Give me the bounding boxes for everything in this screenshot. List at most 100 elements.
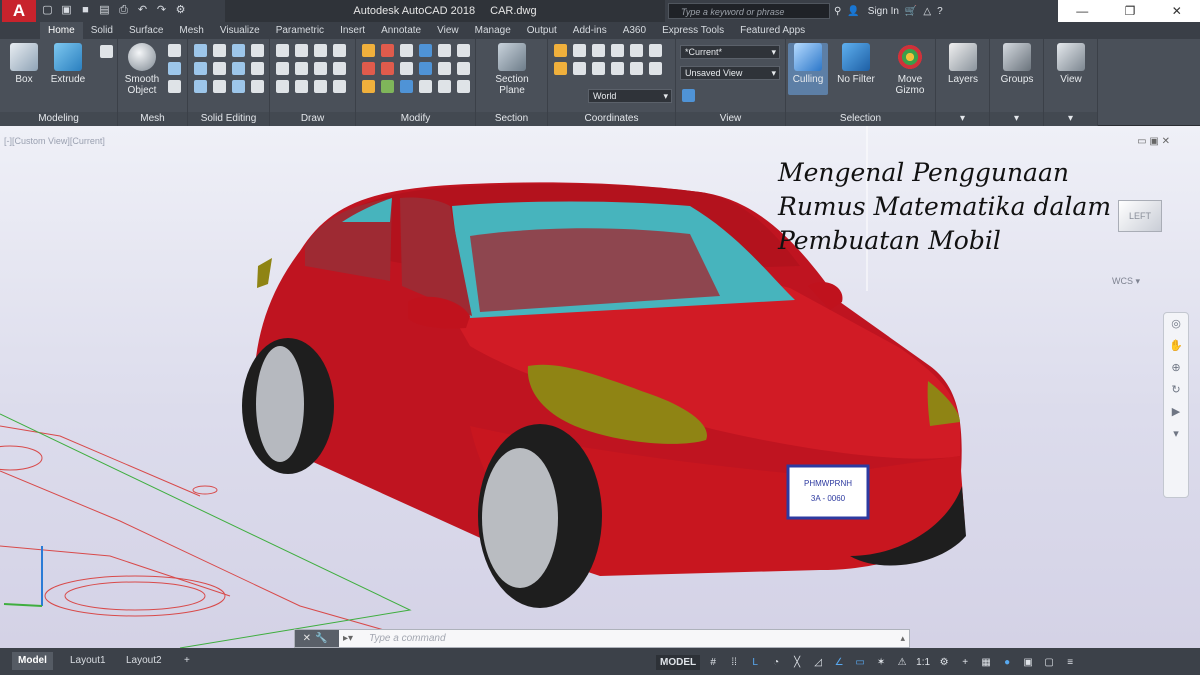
layers-button[interactable]: Layers [939, 43, 987, 85]
polygon-icon[interactable] [276, 80, 289, 93]
hardware-acceleration-icon[interactable]: ▣ [1020, 657, 1036, 668]
tab-add-ins[interactable]: Add-ins [565, 22, 615, 39]
interfere-icon[interactable] [232, 62, 245, 75]
3d-rotate-icon[interactable] [381, 80, 394, 93]
move-icon[interactable] [362, 44, 375, 57]
mesh-smooth-icon[interactable] [168, 62, 181, 75]
rectangle-icon[interactable] [295, 80, 308, 93]
line-icon[interactable] [276, 44, 289, 57]
tab-home[interactable]: Home [40, 22, 83, 39]
tab-solid[interactable]: Solid [83, 22, 121, 39]
layout-tab-model[interactable]: Model [12, 652, 53, 670]
close-icon[interactable]: ✕ [1172, 4, 1182, 18]
tab-output[interactable]: Output [519, 22, 565, 39]
fillet-icon[interactable] [457, 44, 470, 57]
chamfer-edge-icon[interactable] [213, 80, 226, 93]
ucs-view-icon[interactable] [592, 62, 605, 75]
polar-icon[interactable]: ◔ [768, 657, 784, 668]
explode-icon[interactable] [457, 62, 470, 75]
tab-annotate[interactable]: Annotate [373, 22, 429, 39]
3d-move-icon[interactable] [362, 80, 375, 93]
plot-icon[interactable]: ⎙ [116, 3, 131, 18]
isolate-objects-icon[interactable]: ● [999, 657, 1015, 668]
save-icon[interactable]: ■ [78, 3, 93, 18]
smooth-object-button[interactable]: Smooth Object [118, 43, 166, 96]
layout-tab-layout2[interactable]: Layout2 [120, 652, 168, 670]
ucs-z-icon[interactable] [630, 44, 643, 57]
coordinates-panel-footer[interactable]: Coordinates [548, 112, 675, 126]
save-as-icon[interactable]: ▤ [97, 3, 112, 18]
clean-screen-icon[interactable]: ▢ [1041, 657, 1057, 668]
box-button[interactable]: Box [0, 43, 48, 85]
tab-parametric[interactable]: Parametric [268, 22, 332, 39]
ucs-face-icon[interactable] [649, 44, 662, 57]
3d-align-icon[interactable] [400, 80, 413, 93]
layers-panel-footer[interactable]: ▾ [936, 112, 989, 126]
snap-icon[interactable]: ⁞⁞ [726, 657, 742, 668]
section-plane-button[interactable]: Section Plane [488, 43, 536, 96]
minimize-icon[interactable]: — [1076, 4, 1088, 18]
move-gizmo-button[interactable]: Move Gizmo [886, 43, 934, 96]
fillet-edge-icon[interactable] [194, 80, 207, 93]
drawing-viewport[interactable]: [-][Custom View][Current] ▭ ▣ ✕ PHMWPRNH… [0, 126, 1200, 648]
ucs-origin-icon[interactable] [554, 62, 567, 75]
new-file-icon[interactable]: ▢ [40, 3, 55, 18]
groups-button[interactable]: Groups [993, 43, 1041, 85]
ellipse-icon[interactable] [314, 80, 327, 93]
culling-button[interactable]: Culling [788, 43, 828, 95]
modeling-panel-footer[interactable]: Modeling [0, 112, 117, 126]
plus-icon[interactable]: + [957, 657, 973, 668]
tab-express-tools[interactable]: Express Tools [654, 22, 732, 39]
viewport-config-icon[interactable] [682, 89, 695, 102]
help-search-input[interactable]: Type a keyword or phrase [668, 3, 830, 19]
extrude-button[interactable]: Extrude [44, 43, 92, 85]
layout-tab-layout1[interactable]: Layout1 [64, 652, 112, 670]
ducs-icon[interactable]: ▭ [852, 657, 868, 668]
separate-icon[interactable] [232, 80, 245, 93]
tab-mesh[interactable]: Mesh [171, 22, 211, 39]
named-view-dropdown[interactable]: Unsaved View [680, 66, 780, 80]
tab-view[interactable]: View [429, 22, 467, 39]
ucs-previous-icon[interactable] [649, 62, 662, 75]
binoculars-icon[interactable]: ⚲ [834, 6, 841, 17]
view-panel-footer[interactable]: View [676, 112, 785, 126]
mesh-refine-icon[interactable] [168, 80, 181, 93]
align-icon[interactable] [438, 62, 451, 75]
command-line-tools[interactable]: ✕🔧 [295, 630, 339, 647]
modify-panel-footer[interactable]: Modify [356, 112, 475, 126]
section-panel-footer[interactable]: Section [476, 112, 547, 126]
array-icon[interactable] [400, 62, 413, 75]
pan-icon[interactable]: ✋ [1164, 335, 1188, 357]
workspace-icon[interactable]: ⚙ [173, 3, 188, 18]
otrack-icon[interactable]: ∠ [831, 657, 847, 668]
ucs-world-dropdown[interactable]: World [588, 89, 672, 103]
workspace-gear-icon[interactable]: ⚙ [936, 657, 952, 668]
ucs-zaxis-icon[interactable] [630, 62, 643, 75]
intersect-icon[interactable] [232, 44, 245, 57]
point-icon[interactable] [314, 62, 327, 75]
orbit-icon[interactable]: ↻ [1164, 379, 1188, 401]
tab-visualize[interactable]: Visualize [212, 22, 268, 39]
region-icon[interactable] [333, 62, 346, 75]
arc-icon[interactable] [333, 44, 346, 57]
scale-icon[interactable] [381, 62, 394, 75]
presspull-icon[interactable] [100, 45, 113, 58]
nav-more-icon[interactable]: ▾ [1164, 423, 1188, 445]
3d-array-icon[interactable] [438, 80, 451, 93]
erase-icon[interactable] [457, 80, 470, 93]
tab-featured-apps[interactable]: Featured Apps [732, 22, 813, 39]
annotation-scale-button[interactable]: 1:1 [915, 657, 931, 668]
hatch-icon[interactable] [333, 80, 346, 93]
redo-icon[interactable]: ↷ [154, 3, 169, 18]
3d-osnap-icon[interactable]: ◿ [810, 657, 826, 668]
osnap-icon[interactable]: ╳ [789, 657, 805, 668]
units-icon[interactable]: ▦ [978, 657, 994, 668]
command-history-icon[interactable]: ▸▾ [343, 630, 353, 647]
mirror-icon[interactable] [438, 44, 451, 57]
mesh-panel-footer[interactable]: Mesh [118, 112, 187, 126]
zoom-icon[interactable]: ⊕ [1164, 357, 1188, 379]
shell-icon[interactable] [251, 44, 264, 57]
cart-icon[interactable]: 🛒 [905, 6, 917, 17]
tab-surface[interactable]: Surface [121, 22, 171, 39]
tab-a360[interactable]: A360 [615, 22, 654, 39]
